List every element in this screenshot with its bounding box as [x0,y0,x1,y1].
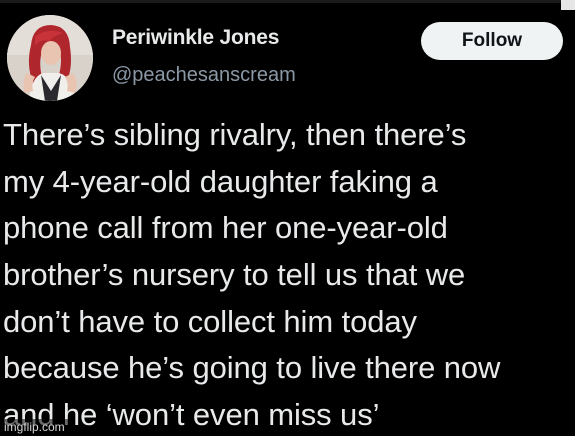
tweet-text-line: There’s sibling rivalry, then there’s [3,117,467,152]
tweet-text-line: phone call from her one-year-old [3,210,448,246]
tweet-text-line: don’t have to collect him today [3,303,417,339]
tweet-text-line: and he ‘won’t even miss us’ [3,397,380,433]
follow-button[interactable]: Follow [421,22,563,60]
tweet-header: Periwinkle Jones @peachesanscream Follow [0,0,575,110]
avatar[interactable] [7,15,93,101]
imgflip-watermark: imgflip.com [0,419,69,436]
tweet-body: There’s sibling rivalry, then there’s my… [3,112,575,436]
tweet-text-line: because he’s going to live there now [3,350,501,386]
tweet-text-line: brother’s nursery to tell us that we [3,257,466,293]
tweet-text-line: my 4-year-old daughter faking a [3,163,438,199]
author-handle[interactable]: @peachesanscream [112,64,296,87]
avatar-photo [7,15,93,101]
author-display-name[interactable]: Periwinkle Jones [112,26,279,50]
tweet-screenshot: Periwinkle Jones @peachesanscream Follow… [0,0,575,436]
